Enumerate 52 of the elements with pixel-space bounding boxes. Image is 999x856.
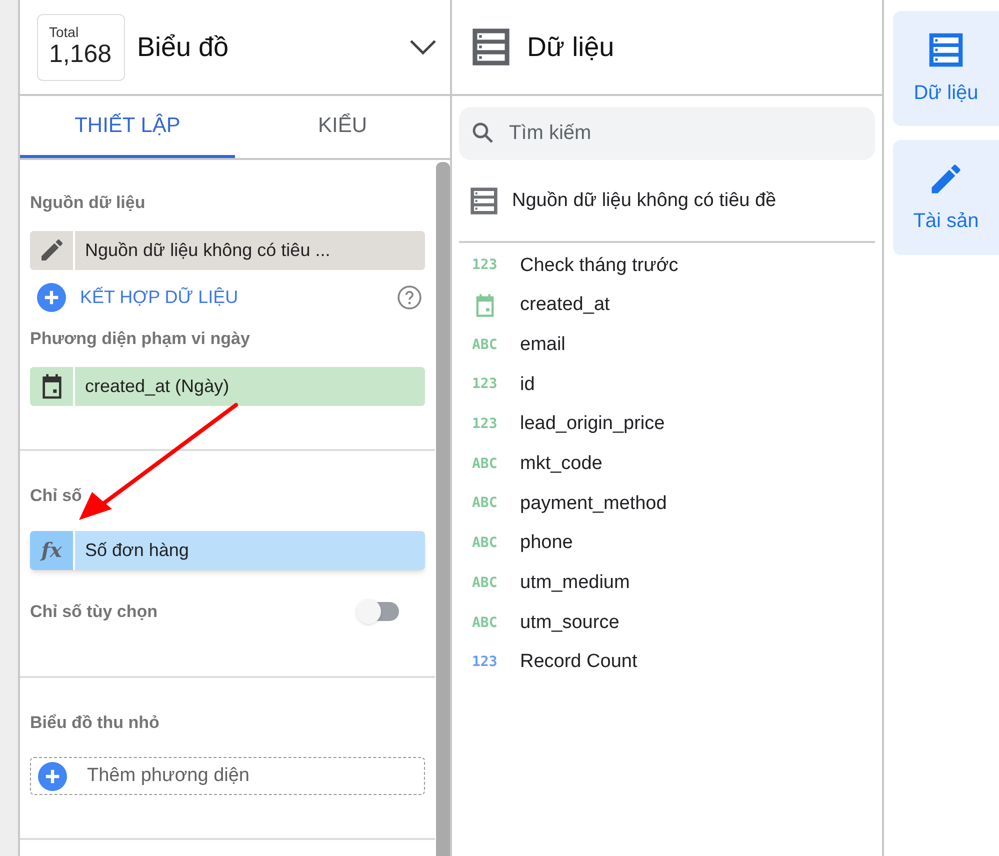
chevron-down-icon[interactable] — [410, 39, 436, 55]
scrollbar[interactable] — [436, 162, 450, 856]
table-icon — [468, 185, 500, 217]
field-item[interactable]: ABC utm_source — [459, 603, 875, 643]
field-item[interactable]: created_at — [459, 286, 875, 326]
plus-icon — [37, 283, 66, 312]
field-item[interactable]: ABC phone — [459, 524, 875, 564]
chip-label: created_at (Ngày) — [84, 375, 230, 398]
tab[interactable]: KIỂU — [235, 96, 450, 158]
field-type-icon: ABC — [472, 454, 498, 475]
section-label: Chỉ số tùy chọn — [30, 600, 158, 623]
blend-data-link[interactable]: KẾT HỢP DỮ LIỆU — [80, 284, 397, 311]
data-source-name: Nguồn dữ liệu không có tiêu đề — [512, 188, 776, 213]
side-tab[interactable]: Dữ liệu — [893, 11, 999, 126]
field-item[interactable]: ABC utm_medium — [459, 564, 875, 604]
field-item[interactable]: ABC payment_method — [459, 484, 875, 524]
field-item[interactable]: 123 lead_origin_price — [459, 404, 875, 444]
side-tab[interactable]: Tài sản — [893, 140, 999, 255]
field-type-icon: 123 — [472, 414, 498, 436]
field-type-icon: ABC — [472, 572, 498, 594]
section-label: Chỉ số — [30, 485, 83, 507]
chart-title: Biểu đồ — [137, 30, 230, 64]
formula-icon: fx — [41, 535, 62, 565]
help-icon[interactable] — [397, 285, 422, 310]
field-type-icon: 123 — [472, 255, 498, 276]
add-dimension-button[interactable]: Thêm phương diện — [30, 757, 425, 795]
chip-label: Số đơn hàng — [84, 538, 189, 562]
total-value: 1,168 — [49, 38, 113, 70]
total-label: Total — [49, 24, 80, 38]
field-item[interactable]: 123 id — [459, 365, 875, 405]
plus-icon — [38, 762, 67, 790]
search-icon — [471, 121, 495, 145]
field-type-icon: ABC — [472, 493, 498, 514]
section-label: Phương diện phạm vi ngày — [30, 328, 251, 350]
section-label: Nguồn dữ liệu — [30, 192, 146, 214]
search-field[interactable]: Tìm kiếm — [459, 107, 875, 160]
field-chip[interactable]: fx Số đơn hàng — [30, 530, 425, 570]
tab[interactable]: THIẾT LẬP — [20, 96, 235, 158]
field-item[interactable]: 123 Check tháng trước — [459, 246, 875, 286]
section-label: Biểu đồ thu nhỏ — [30, 712, 160, 734]
field-type-icon: 123 — [472, 652, 498, 674]
field-type-icon: ABC — [472, 334, 498, 356]
field-chip[interactable]: created_at (Ngày) — [30, 367, 425, 406]
field-type-icon: ABC — [472, 612, 498, 634]
field-chip[interactable]: Nguồn dữ liệu không có tiêu ... — [30, 230, 425, 270]
chip-label: Nguồn dữ liệu không có tiêu ... — [84, 238, 330, 262]
panel-title: Dữ liệu — [527, 30, 614, 64]
field-item[interactable]: 123 Record Count — [459, 642, 875, 683]
field-item[interactable]: ABC mkt_code — [459, 444, 875, 484]
field-type-icon: ABC — [472, 533, 498, 554]
field-type-icon: 123 — [472, 374, 498, 396]
field-item[interactable]: ABC email — [459, 325, 875, 366]
